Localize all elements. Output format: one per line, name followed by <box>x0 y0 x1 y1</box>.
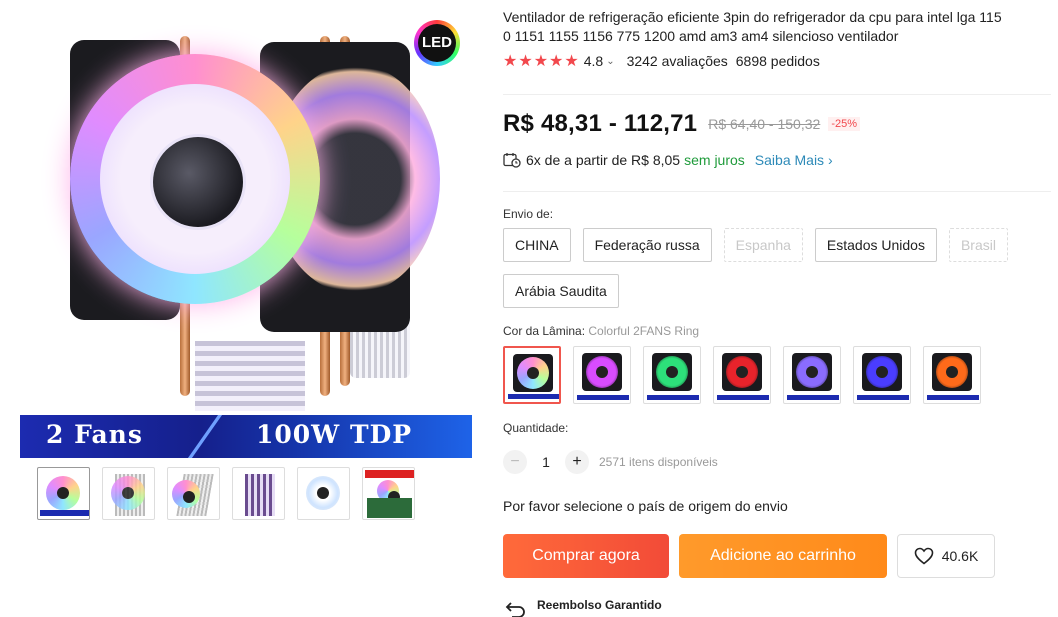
color-swatch[interactable] <box>713 346 771 404</box>
rating-row: ★★★★★ 4.8 ⌄ 3242 avaliações 6898 pedidos <box>503 50 1058 72</box>
banner-fans-label: 2 Fans <box>46 420 143 449</box>
price-row: R$ 48,31 - 112,71 R$ 64,40 - 150,32 -25% <box>503 110 860 138</box>
swatch-banner <box>717 395 769 400</box>
swatch-banner <box>647 395 699 400</box>
thumbnail[interactable] <box>102 467 155 520</box>
thumbnail[interactable] <box>297 467 350 520</box>
stock-available: 2571 itens disponíveis <box>599 455 718 469</box>
swatch-banner <box>577 395 629 400</box>
swatch-fan <box>936 356 968 388</box>
thumb-fan <box>172 480 200 508</box>
ship-from-label: Envio de: <box>503 207 554 221</box>
swatch-fan <box>586 356 618 388</box>
wishlist-count: 40.6K <box>941 548 979 564</box>
led-badge-label: LED <box>418 24 456 62</box>
led-badge: LED <box>414 20 460 66</box>
thumb-motherboard <box>367 498 412 518</box>
thumb-banner <box>40 510 89 516</box>
product-title-line: Ventilador de refrigeração eficiente 3pi… <box>503 9 1002 25</box>
ship-option-china[interactable]: CHINA <box>503 228 571 262</box>
thumb-heatsink <box>245 474 275 516</box>
installment-row: 6x de a partir de R$ 8,05 sem juros Saib… <box>503 152 833 168</box>
refund-guarantee: Reembolso Garantido <box>503 598 662 617</box>
chevron-right-icon: › <box>827 152 833 168</box>
quantity-value[interactable]: 1 <box>527 454 565 470</box>
ship-option-brasil: Brasil <box>948 228 1008 262</box>
product-info: Ventilador de refrigeração eficiente 3pi… <box>503 8 1058 72</box>
no-interest-label: sem juros <box>684 152 745 168</box>
swatch-banner <box>508 394 559 399</box>
thumbnail[interactable] <box>362 467 415 520</box>
ship-origin-note: Por favor selecione o país de origem do … <box>503 498 788 514</box>
swatch-fan <box>726 356 758 388</box>
color-label-text: Cor da Lâmina: <box>503 324 586 338</box>
color-swatch[interactable] <box>783 346 841 404</box>
rating-stars: ★★★★★ <box>503 53 580 70</box>
thumbnail[interactable] <box>232 467 285 520</box>
swatch-fan <box>796 356 828 388</box>
ship-option-arábia-saudita[interactable]: Arábia Saudita <box>503 274 619 308</box>
color-swatch[interactable] <box>573 346 631 404</box>
thumb-fan <box>111 476 145 510</box>
discount-badge: -25% <box>828 117 860 131</box>
color-label: Cor da Lâmina: Colorful 2FANS Ring <box>503 324 699 338</box>
color-swatch[interactable] <box>853 346 911 404</box>
divider <box>503 191 1051 192</box>
swatch-fan <box>517 357 549 389</box>
thumbnail-strip <box>37 467 415 520</box>
ship-option-estados-unidos[interactable]: Estados Unidos <box>814 228 937 262</box>
color-swatch[interactable] <box>503 346 561 404</box>
quantity-stepper: − 1 + 2571 itens disponíveis <box>503 450 718 474</box>
thumb-header <box>365 470 414 478</box>
swatch-banner <box>857 395 909 400</box>
fan-hub <box>153 137 243 227</box>
wishlist-button[interactable]: 40.6K <box>897 534 995 578</box>
banner-divider <box>187 415 223 458</box>
rating-value[interactable]: 4.8 <box>584 53 603 69</box>
product-title-line: 0 1151 1155 1156 775 1200 amd am3 am4 si… <box>503 28 899 44</box>
swatch-fan <box>656 356 688 388</box>
spec-banner: 2 Fans 100W TDP <box>20 415 472 458</box>
quantity-label: Quantidade: <box>503 421 569 435</box>
orders-count: 6898 pedidos <box>735 53 820 69</box>
ship-option-espanha: Espanha <box>723 228 803 262</box>
main-product-image[interactable]: LED 2 Fans 100W TDP <box>20 6 472 458</box>
quantity-increase-button[interactable]: + <box>565 450 589 474</box>
buy-now-button[interactable]: Comprar agora <box>503 534 669 578</box>
current-price: R$ 48,31 - 112,71 <box>503 110 698 137</box>
swatch-banner <box>787 395 839 400</box>
ship-from-options: CHINA Federação russa Espanha Estados Unido… <box>503 228 1043 308</box>
ship-option-federação-russa[interactable]: Federação russa <box>582 228 712 262</box>
quantity-decrease-button[interactable]: − <box>503 450 527 474</box>
installment-text: 6x de a partir de R$ 8,05 <box>526 152 681 168</box>
divider <box>503 94 1051 95</box>
color-swatch[interactable] <box>643 346 701 404</box>
color-swatch[interactable] <box>923 346 981 404</box>
product-gallery: LED 2 Fans 100W TDP <box>20 6 472 536</box>
thumb-fan <box>46 476 80 510</box>
product-title: Ventilador de refrigeração eficiente 3pi… <box>503 8 1058 46</box>
calendar-clock-icon <box>503 153 521 168</box>
selected-color-name: Colorful 2FANS Ring <box>588 324 700 338</box>
learn-more-label: Saiba Mais <box>754 152 825 168</box>
heart-icon <box>914 547 934 565</box>
heatsink-base <box>195 341 305 411</box>
thumb-fan <box>306 476 340 510</box>
banner-tdp-label: 100W TDP <box>256 420 413 449</box>
refund-icon <box>505 602 525 617</box>
reviews-count[interactable]: 3242 avaliações <box>627 53 728 69</box>
learn-more-link[interactable]: Saiba Mais › <box>755 152 833 168</box>
thumbnail[interactable] <box>37 467 90 520</box>
swatch-fan <box>866 356 898 388</box>
swatch-banner <box>927 395 979 400</box>
original-price: R$ 64,40 - 150,32 <box>708 116 821 132</box>
thumbnail[interactable] <box>167 467 220 520</box>
color-swatches <box>503 346 981 404</box>
chevron-down-icon[interactable]: ⌄ <box>606 56 614 67</box>
add-to-cart-button[interactable]: Adicione ao carrinho <box>679 534 887 578</box>
refund-title: Reembolso Garantido <box>537 598 662 612</box>
